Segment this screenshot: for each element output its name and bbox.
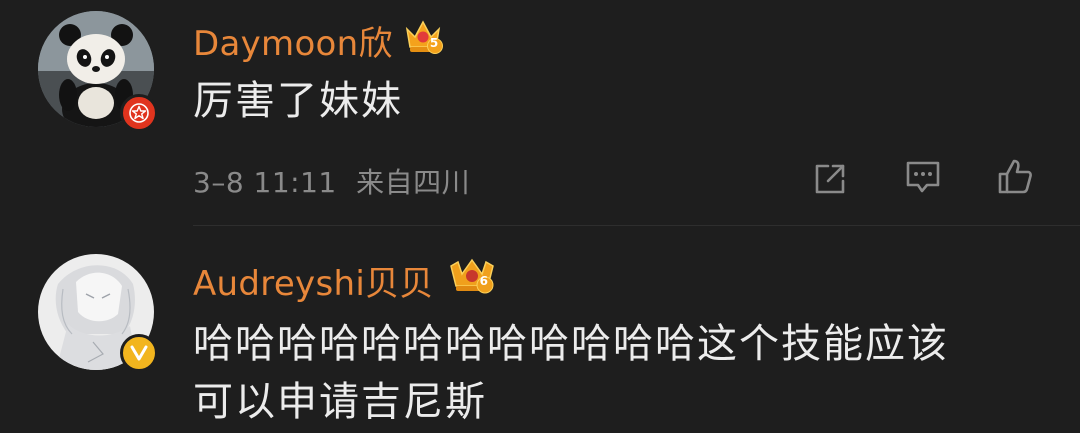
location: 来自四川 (356, 166, 471, 199)
like-button[interactable] (993, 155, 1037, 199)
vip-crown-icon: 6 (448, 256, 496, 305)
red-star-badge-icon (120, 94, 158, 132)
verified-v-badge-icon (120, 334, 158, 372)
comment-item: Audreyshi贝贝 6 哈哈哈哈哈哈哈哈哈哈哈哈这个技能应该 可以申请吉尼斯 (0, 226, 1080, 433)
timestamp: 3–8 11:11 (193, 166, 337, 199)
avatar[interactable] (38, 254, 158, 372)
username-text: Daymoon欣 (193, 24, 393, 64)
thumbs-up-icon (998, 159, 1032, 194)
comment-text: 厉害了妹妹 (193, 78, 403, 124)
comment-text: 哈哈哈哈哈哈哈哈哈哈哈哈这个技能应该 可以申请吉尼斯 (193, 315, 949, 431)
reply-button[interactable] (901, 155, 945, 199)
share-icon (815, 164, 845, 194)
vip-level: 5 (429, 36, 439, 50)
vip-crown-icon: 5 (403, 17, 443, 64)
comment-text-line: 可以申请吉尼斯 (193, 379, 487, 425)
comment-icon (906, 161, 940, 193)
comment-item: Daymoon欣 5 厉害了妹妹 3–8 11:11 来自四川 (0, 0, 1080, 225)
username-text: Audreyshi贝贝 (193, 264, 434, 304)
avatar[interactable] (38, 11, 158, 132)
share-button[interactable] (808, 157, 852, 201)
comment-text-line: 哈哈哈哈哈哈哈哈哈哈哈哈这个技能应该 (193, 321, 949, 367)
username[interactable]: Daymoon欣 5 (193, 16, 443, 65)
vip-level: 6 (479, 274, 489, 288)
comment-meta: 3–8 11:11 来自四川 (193, 161, 470, 201)
username[interactable]: Audreyshi贝贝 6 (193, 256, 496, 305)
